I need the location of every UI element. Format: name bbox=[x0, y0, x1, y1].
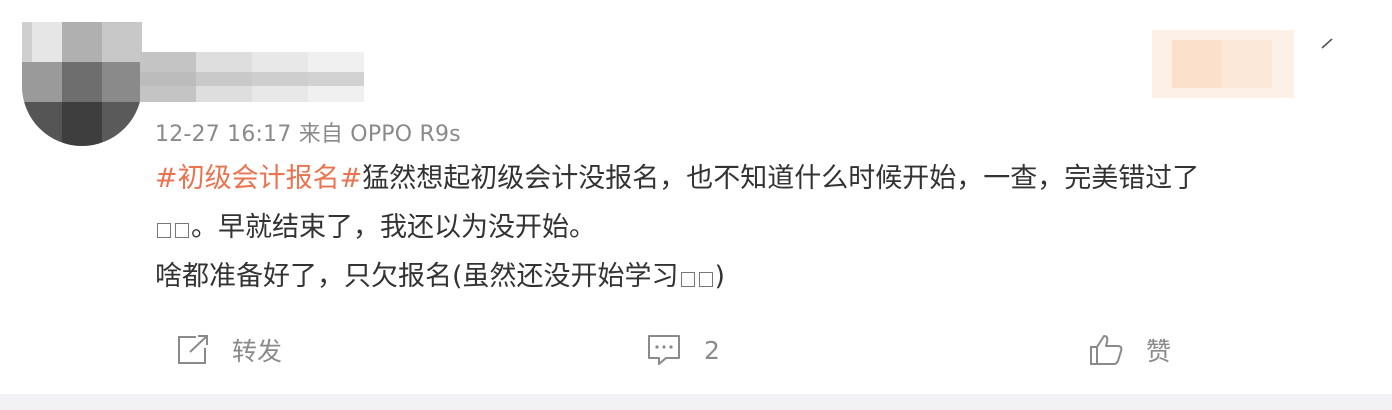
content-line-1: #初级会计报名#猛然想起初级会计没报名，也不知道什么时候开始，一查，完美错过了 bbox=[155, 154, 1355, 203]
post-content: #初级会计报名#猛然想起初级会计没报名，也不知道什么时候开始，一查，完美错过了 … bbox=[155, 154, 1355, 301]
content-text: ) bbox=[714, 261, 726, 292]
content-text: 。早就结束了，我还以为没开始。 bbox=[191, 212, 596, 243]
content-line-2: 。早就结束了，我还以为没开始。 bbox=[155, 203, 1355, 252]
share-icon bbox=[176, 334, 210, 366]
content-text: 啥都准备好了，只欠报名(虽然还没开始学习 bbox=[155, 261, 679, 292]
like-button[interactable]: 赞 bbox=[1088, 328, 1171, 372]
content-line-3: 啥都准备好了，只欠报名(虽然还没开始学习) bbox=[155, 252, 1355, 301]
avatar[interactable] bbox=[22, 22, 142, 146]
like-icon bbox=[1088, 333, 1124, 367]
hashtag-link[interactable]: #初级会计报名# bbox=[155, 163, 362, 194]
content-text: 猛然想起初级会计没报名，也不知道什么时候开始，一查，完美错过了 bbox=[362, 163, 1200, 194]
card-divider bbox=[0, 394, 1392, 410]
comment-button[interactable]: 2 bbox=[646, 328, 720, 372]
emoji-placeholder-icon bbox=[680, 272, 695, 287]
chevron-down-icon[interactable] bbox=[1318, 34, 1338, 54]
comment-icon bbox=[646, 333, 682, 367]
emoji-placeholder-icon bbox=[157, 223, 171, 238]
user-badge bbox=[1152, 30, 1294, 98]
weibo-post-card: 12-27 16:17 来自 OPPO R9s #初级会计报名#猛然想起初级会计… bbox=[0, 0, 1392, 410]
comment-count: 2 bbox=[704, 335, 720, 365]
emoji-placeholder-icon bbox=[175, 223, 189, 238]
repost-button[interactable]: 转发 bbox=[176, 328, 282, 372]
username[interactable] bbox=[140, 52, 364, 102]
emoji-placeholder-icon bbox=[698, 272, 713, 287]
repost-label: 转发 bbox=[232, 337, 283, 366]
post-meta: 12-27 16:17 来自 OPPO R9s bbox=[155, 122, 461, 147]
like-label: 赞 bbox=[1146, 337, 1172, 366]
